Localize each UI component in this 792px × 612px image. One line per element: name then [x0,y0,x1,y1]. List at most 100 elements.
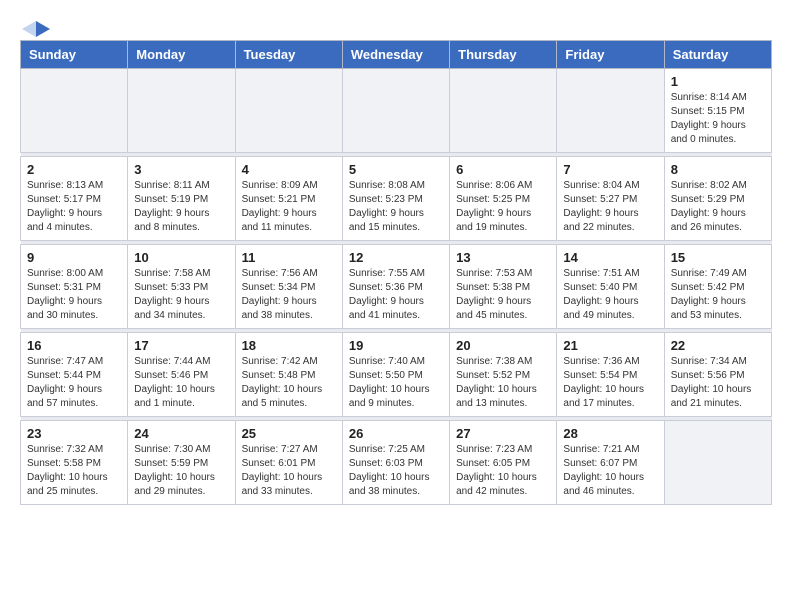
day-number: 8 [671,162,765,177]
day-cell [664,421,771,505]
day-cell: 9 Sunrise: 8:00 AM Sunset: 5:31 PM Daylig… [21,245,128,329]
day-number: 22 [671,338,765,353]
day-cell: 20 Sunrise: 7:38 AM Sunset: 5:52 PM Dayli… [450,333,557,417]
day-number: 15 [671,250,765,265]
logo-flag-icon [22,20,50,38]
day-info: Sunrise: 7:47 AM Sunset: 5:44 PM Dayligh… [27,355,121,411]
day-number: 26 [349,426,443,441]
day-info: Sunrise: 8:02 AM Sunset: 5:29 PM Dayligh… [671,179,765,235]
day-cell: 16 Sunrise: 7:47 AM Sunset: 5:44 PM Dayli… [21,333,128,417]
day-info: Sunrise: 8:09 AM Sunset: 5:21 PM Dayligh… [242,179,336,235]
day-info: Sunrise: 7:42 AM Sunset: 5:48 PM Dayligh… [242,355,336,411]
weekday-header-thursday: Thursday [450,41,557,69]
logo [20,20,50,32]
header [20,20,772,32]
day-number: 14 [563,250,657,265]
weekday-header-tuesday: Tuesday [235,41,342,69]
day-info: Sunrise: 7:38 AM Sunset: 5:52 PM Dayligh… [456,355,550,411]
weekday-header-monday: Monday [128,41,235,69]
day-info: Sunrise: 8:13 AM Sunset: 5:17 PM Dayligh… [27,179,121,235]
day-cell: 26 Sunrise: 7:25 AM Sunset: 6:03 PM Dayli… [342,421,449,505]
weekday-header-saturday: Saturday [664,41,771,69]
day-number: 18 [242,338,336,353]
day-cell: 3 Sunrise: 8:11 AM Sunset: 5:19 PM Daylig… [128,157,235,241]
day-info: Sunrise: 8:14 AM Sunset: 5:15 PM Dayligh… [671,91,765,147]
day-info: Sunrise: 7:25 AM Sunset: 6:03 PM Dayligh… [349,443,443,499]
day-cell [235,69,342,153]
day-cell: 18 Sunrise: 7:42 AM Sunset: 5:48 PM Dayli… [235,333,342,417]
calendar-table: SundayMondayTuesdayWednesdayThursdayFrid… [20,40,772,505]
week-row-4: 16 Sunrise: 7:47 AM Sunset: 5:44 PM Dayli… [21,333,772,417]
day-number: 20 [456,338,550,353]
day-info: Sunrise: 7:36 AM Sunset: 5:54 PM Dayligh… [563,355,657,411]
day-cell [342,69,449,153]
day-cell: 23 Sunrise: 7:32 AM Sunset: 5:58 PM Dayli… [21,421,128,505]
weekday-header-sunday: Sunday [21,41,128,69]
day-info: Sunrise: 8:04 AM Sunset: 5:27 PM Dayligh… [563,179,657,235]
day-info: Sunrise: 7:21 AM Sunset: 6:07 PM Dayligh… [563,443,657,499]
day-info: Sunrise: 8:06 AM Sunset: 5:25 PM Dayligh… [456,179,550,235]
week-row-5: 23 Sunrise: 7:32 AM Sunset: 5:58 PM Dayli… [21,421,772,505]
day-number: 17 [134,338,228,353]
day-cell: 10Sunrise: 7:58 AM Sunset: 5:33 PM Dayli… [128,245,235,329]
page: SundayMondayTuesdayWednesdayThursdayFrid… [0,0,792,515]
day-cell: 21Sunrise: 7:36 AM Sunset: 5:54 PM Dayli… [557,333,664,417]
day-number: 12 [349,250,443,265]
day-info: Sunrise: 7:51 AM Sunset: 5:40 PM Dayligh… [563,267,657,323]
day-cell: 24 Sunrise: 7:30 AM Sunset: 5:59 PM Dayli… [128,421,235,505]
day-cell: 1 Sunrise: 8:14 AM Sunset: 5:15 PM Daylig… [664,69,771,153]
day-info: Sunrise: 7:32 AM Sunset: 5:58 PM Dayligh… [27,443,121,499]
day-cell: 11 Sunrise: 7:56 AM Sunset: 5:34 PM Dayli… [235,245,342,329]
day-info: Sunrise: 8:11 AM Sunset: 5:19 PM Dayligh… [134,179,228,235]
day-info: Sunrise: 7:55 AM Sunset: 5:36 PM Dayligh… [349,267,443,323]
day-cell [128,69,235,153]
day-info: Sunrise: 7:40 AM Sunset: 5:50 PM Dayligh… [349,355,443,411]
day-info: Sunrise: 7:27 AM Sunset: 6:01 PM Dayligh… [242,443,336,499]
week-row-3: 9 Sunrise: 8:00 AM Sunset: 5:31 PM Daylig… [21,245,772,329]
day-cell: 17 Sunrise: 7:44 AM Sunset: 5:46 PM Dayli… [128,333,235,417]
day-number: 5 [349,162,443,177]
day-cell [450,69,557,153]
day-number: 27 [456,426,550,441]
day-cell: 2 Sunrise: 8:13 AM Sunset: 5:17 PM Daylig… [21,157,128,241]
weekday-header-row: SundayMondayTuesdayWednesdayThursdayFrid… [21,41,772,69]
day-cell [557,69,664,153]
day-info: Sunrise: 7:44 AM Sunset: 5:46 PM Dayligh… [134,355,228,411]
week-row-1: 1 Sunrise: 8:14 AM Sunset: 5:15 PM Daylig… [21,69,772,153]
day-info: Sunrise: 7:34 AM Sunset: 5:56 PM Dayligh… [671,355,765,411]
day-number: 9 [27,250,121,265]
day-cell: 27 Sunrise: 7:23 AM Sunset: 6:05 PM Dayli… [450,421,557,505]
day-cell [21,69,128,153]
weekday-header-wednesday: Wednesday [342,41,449,69]
day-number: 11 [242,250,336,265]
day-number: 28 [563,426,657,441]
day-number: 2 [27,162,121,177]
day-cell: 5 Sunrise: 8:08 AM Sunset: 5:23 PM Daylig… [342,157,449,241]
day-number: 24 [134,426,228,441]
day-number: 6 [456,162,550,177]
day-number: 13 [456,250,550,265]
day-cell: 22 Sunrise: 7:34 AM Sunset: 5:56 PM Dayli… [664,333,771,417]
day-info: Sunrise: 8:00 AM Sunset: 5:31 PM Dayligh… [27,267,121,323]
day-info: Sunrise: 7:30 AM Sunset: 5:59 PM Dayligh… [134,443,228,499]
day-cell: 28 Sunrise: 7:21 AM Sunset: 6:07 PM Dayli… [557,421,664,505]
day-info: Sunrise: 7:56 AM Sunset: 5:34 PM Dayligh… [242,267,336,323]
week-row-2: 2 Sunrise: 8:13 AM Sunset: 5:17 PM Daylig… [21,157,772,241]
day-cell: 7 Sunrise: 8:04 AM Sunset: 5:27 PM Daylig… [557,157,664,241]
day-number: 1 [671,74,765,89]
day-number: 16 [27,338,121,353]
day-number: 19 [349,338,443,353]
day-cell: 14 Sunrise: 7:51 AM Sunset: 5:40 PM Dayli… [557,245,664,329]
day-cell: 19 Sunrise: 7:40 AM Sunset: 5:50 PM Dayli… [342,333,449,417]
day-info: Sunrise: 7:23 AM Sunset: 6:05 PM Dayligh… [456,443,550,499]
day-info: Sunrise: 7:53 AM Sunset: 5:38 PM Dayligh… [456,267,550,323]
day-number: 3 [134,162,228,177]
day-number: 4 [242,162,336,177]
day-cell: 13 Sunrise: 7:53 AM Sunset: 5:38 PM Dayli… [450,245,557,329]
day-cell: 12 Sunrise: 7:55 AM Sunset: 5:36 PM Dayli… [342,245,449,329]
day-number: 7 [563,162,657,177]
day-info: Sunrise: 8:08 AM Sunset: 5:23 PM Dayligh… [349,179,443,235]
weekday-header-friday: Friday [557,41,664,69]
day-number: 23 [27,426,121,441]
day-cell: 25Sunrise: 7:27 AM Sunset: 6:01 PM Dayli… [235,421,342,505]
